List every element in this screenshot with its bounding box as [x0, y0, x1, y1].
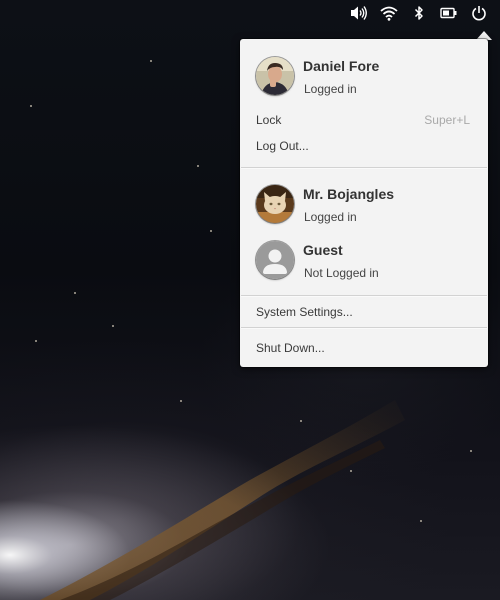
avatar: [256, 185, 294, 223]
current-user-name: Daniel Fore: [303, 58, 380, 74]
bluetooth-indicator[interactable]: [404, 1, 434, 25]
logout-menu-item[interactable]: Log Out...: [240, 135, 488, 157]
system-settings-menu-item[interactable]: System Settings...: [240, 301, 488, 323]
wifi-icon: [380, 6, 398, 21]
separator: [241, 167, 487, 169]
volume-indicator[interactable]: [344, 1, 374, 25]
battery-icon: [440, 7, 457, 19]
lock-label: Lock: [256, 113, 282, 127]
power-status-indicator[interactable]: [434, 1, 464, 25]
avatar: [256, 57, 294, 95]
power-icon: [472, 6, 486, 21]
avatar: [256, 241, 294, 279]
current-user-status: Logged in: [304, 82, 357, 96]
lock-accelerator: Super+L: [424, 113, 470, 127]
system-settings-label: System Settings...: [256, 305, 353, 319]
lock-menu-item[interactable]: Lock Super+L: [240, 109, 488, 131]
bluetooth-icon: [414, 6, 423, 20]
user-photo-icon: [256, 57, 294, 95]
logout-label: Log Out...: [256, 139, 309, 153]
shutdown-label: Shut Down...: [256, 341, 325, 355]
session-indicator[interactable]: [464, 1, 494, 25]
user-row-mr-bojangles[interactable]: Mr. Bojangles Logged in: [240, 181, 488, 227]
user-name: Guest: [303, 242, 343, 258]
session-menu: Daniel Fore Logged in Lock Super+L Log O…: [240, 39, 488, 367]
top-panel: [0, 0, 500, 26]
user-name: Mr. Bojangles: [303, 186, 395, 202]
separator: [241, 295, 487, 297]
user-row-guest[interactable]: Guest Not Logged in: [240, 237, 488, 283]
current-user-row[interactable]: Daniel Fore Logged in: [240, 53, 488, 99]
network-indicator[interactable]: [374, 1, 404, 25]
user-status: Logged in: [304, 210, 357, 224]
separator: [241, 327, 487, 329]
volume-icon: [351, 6, 367, 20]
generic-user-icon: [256, 241, 294, 279]
cat-photo-icon: [256, 185, 294, 223]
user-status: Not Logged in: [304, 266, 379, 280]
shutdown-menu-item[interactable]: Shut Down...: [240, 337, 488, 359]
